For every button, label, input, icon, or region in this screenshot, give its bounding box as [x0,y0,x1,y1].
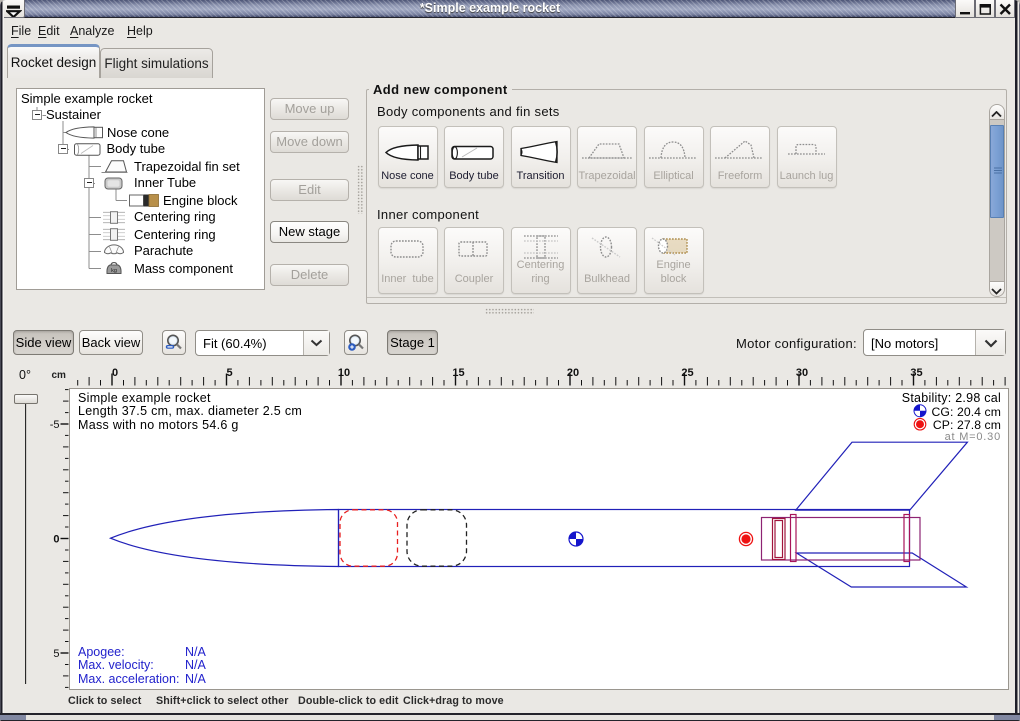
svg-text:10: 10 [338,367,350,379]
svg-text:0: 0 [53,534,59,546]
svg-text:30: 30 [796,367,808,379]
svg-text:0: 0 [112,367,118,379]
svg-text:5: 5 [226,367,232,379]
svg-text:kg: kg [111,268,117,274]
svg-text:5: 5 [53,648,59,660]
svg-text:-5: -5 [50,419,60,431]
svg-text:15: 15 [452,367,464,379]
svg-text:25: 25 [681,367,693,379]
svg-text:20: 20 [567,367,579,379]
svg-text:35: 35 [910,367,922,379]
